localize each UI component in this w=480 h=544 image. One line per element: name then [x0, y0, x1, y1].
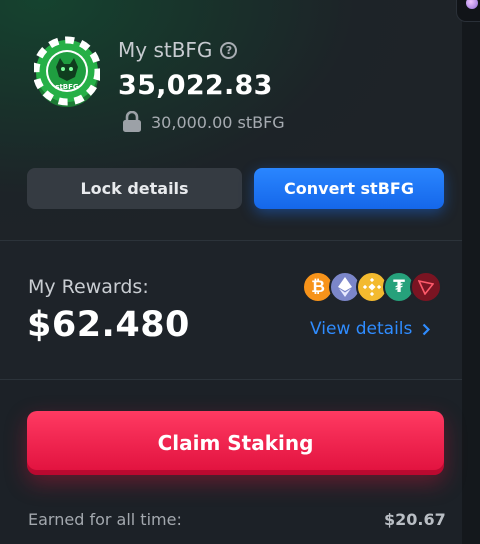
- earned-label: Earned for all time:: [28, 510, 182, 529]
- staking-title: My stBFG: [118, 38, 213, 62]
- view-details-label: View details: [310, 319, 413, 339]
- rewards-section: My Rewards: $62.480 ₿ ₮ View details: [0, 241, 462, 380]
- rewards-label: My Rewards:: [28, 276, 149, 298]
- avatar[interactable]: [456, 0, 480, 22]
- claim-section: Claim Staking Earned for all time: $20.6…: [0, 380, 462, 544]
- rewards-amount: $62.480: [27, 305, 190, 345]
- token-logo-text: stBFG: [55, 83, 79, 91]
- lock-icon: [123, 111, 141, 132]
- question-circle-icon[interactable]: ?: [220, 41, 238, 59]
- title-row: My stBFG ?: [118, 38, 238, 62]
- reward-coins: ₿ ₮: [302, 271, 442, 305]
- claim-staking-button[interactable]: Claim Staking: [27, 411, 444, 475]
- tron-icon: [410, 271, 442, 303]
- lock-details-button[interactable]: Lock details: [27, 168, 242, 209]
- chevron-right-icon: [423, 323, 431, 335]
- locked-amount: 30,000.00 stBFG: [151, 112, 285, 132]
- stbfg-balance: 35,022.83: [118, 70, 273, 101]
- side-strip: [462, 0, 480, 544]
- view-details-link[interactable]: View details: [310, 319, 431, 339]
- convert-stbfg-button[interactable]: Convert stBFG: [254, 168, 444, 209]
- locked-amount-row: 30,000.00 stBFG: [122, 111, 285, 133]
- stbfg-token-icon: stBFG: [34, 36, 100, 107]
- earned-value: $20.67: [384, 510, 446, 529]
